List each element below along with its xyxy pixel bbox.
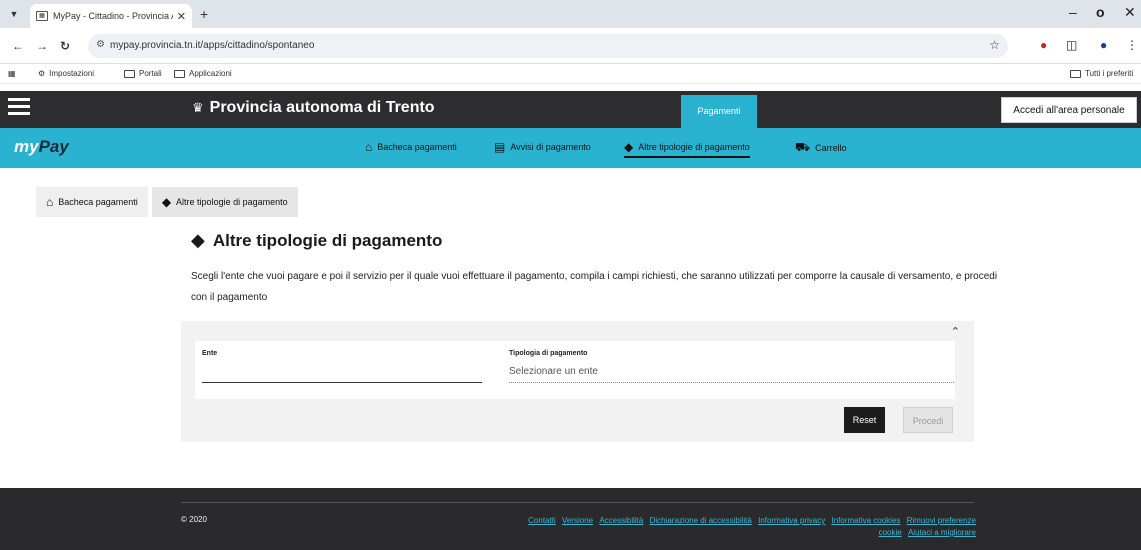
breadcrumb: ⌂ Bacheca pagamenti ◆ Altre tipologie di…: [36, 187, 298, 217]
ente-field[interactable]: [202, 363, 482, 383]
apps-grid-icon[interactable]: ▦: [8, 69, 16, 78]
close-tab-icon[interactable]: ✕: [177, 10, 186, 23]
reload-icon[interactable]: ↻: [60, 39, 70, 53]
site-header: ♛ Provincia autonoma di Trento Pagamenti…: [0, 91, 1141, 128]
main-navigation: myPay ⌂ Bacheca pagamenti ▤ Avvisi di pa…: [0, 128, 1141, 168]
tab-list-icon[interactable]: ▼: [6, 6, 22, 22]
reset-button[interactable]: Reset: [844, 407, 885, 433]
address-bar-row: ← → ↻ ⚙ mypay.provincia.tn.it/apps/citta…: [0, 28, 1141, 64]
footer-link-contatti[interactable]: Contatti: [528, 516, 556, 525]
bookmark-settings[interactable]: ⚙ Impostazioni: [38, 69, 94, 78]
bookmark-star-icon[interactable]: ☆: [989, 38, 1000, 52]
tipologia-select[interactable]: Selezionare un ente: [509, 363, 954, 383]
maximize-icon[interactable]: o: [1096, 4, 1105, 20]
breadcrumb-altre-tipologie[interactable]: ◆ Altre tipologie di pagamento: [151, 187, 298, 217]
copyright: © 2020: [181, 515, 207, 524]
folder-icon: [124, 69, 135, 78]
browser-tab-title: MyPay - Cittadino - Provincia A: [53, 11, 173, 21]
page-title: ◆ Altre tipologie di pagamento: [191, 230, 443, 250]
nav-carrello[interactable]: ⛟ Carrello: [795, 140, 847, 156]
extension-icon[interactable]: ●: [1040, 38, 1047, 52]
ente-label: Ente: [202, 350, 218, 357]
home-icon: ⌂: [365, 140, 373, 154]
payment-form-panel: ⌃ Ente Tipologia di pagamento Selezionar…: [181, 321, 974, 442]
cart-icon: ⛟: [795, 140, 811, 154]
footer-link-aiutaci[interactable]: Aiutaci a migliorare: [908, 528, 976, 537]
back-icon[interactable]: ←: [12, 39, 24, 53]
nav-altre-tipologie[interactable]: ◆ Altre tipologie di pagamento: [624, 140, 750, 158]
nav-avvisi-pagamento[interactable]: ▤ Avvisi di pagamento: [494, 140, 591, 154]
site-favicon-icon: ▦: [36, 11, 48, 21]
footer-link-dichiarazione[interactable]: Dichiarazione di accessibilità: [650, 516, 752, 525]
browser-tab[interactable]: ▦ MyPay - Cittadino - Provincia A ✕: [30, 4, 192, 28]
hamburger-menu-icon[interactable]: [8, 98, 30, 118]
footer-link-cookie[interactable]: cookie: [879, 528, 902, 537]
intro-text: Scegli l'ente che vuoi pagare e poi il s…: [191, 271, 998, 303]
footer-link-accessibilita[interactable]: Accessibilità: [599, 516, 643, 525]
form-fields: Ente Tipologia di pagamento Selezionare …: [195, 341, 955, 399]
nav-bacheca-pagamenti[interactable]: ⌂ Bacheca pagamenti: [365, 140, 457, 154]
province-title[interactable]: ♛ Provincia autonoma di Trento: [192, 99, 435, 117]
home-icon: ⌂: [46, 195, 54, 209]
tags-icon: ◆: [191, 230, 205, 250]
tab-pagamenti[interactable]: Pagamenti: [681, 95, 757, 128]
site-info-icon[interactable]: ⚙: [96, 39, 105, 50]
login-button[interactable]: Accedi all'area personale: [1001, 97, 1137, 123]
procedi-button[interactable]: Procedi: [903, 407, 953, 433]
extensions-puzzle-icon[interactable]: ◫: [1066, 38, 1077, 52]
footer-links: Contatti Versione Accessibilità Dichiara…: [430, 515, 976, 539]
folder-icon: [174, 69, 185, 78]
tags-icon: ◆: [624, 140, 634, 154]
footer-link-versione[interactable]: Versione: [562, 516, 593, 525]
footer-link-cookies[interactable]: Informativa cookies: [831, 516, 900, 525]
document-icon: ▤: [494, 140, 506, 154]
url-bar[interactable]: ⚙ mypay.provincia.tn.it/apps/cittadino/s…: [88, 34, 1008, 58]
browser-tab-bar: ▼ ▦ MyPay - Cittadino - Provincia A ✕ + …: [0, 0, 1141, 28]
folder-icon: [1070, 69, 1081, 78]
province-crest-icon: ♛: [192, 100, 204, 115]
tags-icon: ◆: [161, 195, 172, 209]
forward-icon[interactable]: →: [36, 39, 48, 53]
profile-icon[interactable]: ●: [1100, 38, 1107, 52]
all-bookmarks[interactable]: Tutti i preferiti: [1070, 69, 1133, 78]
tipologia-label: Tipologia di pagamento: [509, 350, 588, 357]
breadcrumb-bacheca[interactable]: ⌂ Bacheca pagamenti: [36, 187, 148, 217]
bookmarks-bar: ▦ ⚙ Impostazioni Portali Applicazioni Tu…: [0, 64, 1141, 84]
mypay-logo[interactable]: myPay: [14, 137, 69, 157]
close-window-icon[interactable]: ✕: [1124, 4, 1136, 21]
browser-menu-icon[interactable]: ⋮: [1126, 38, 1138, 52]
footer-link-privacy[interactable]: Informativa privacy: [758, 516, 825, 525]
minimize-icon[interactable]: –: [1069, 4, 1077, 20]
url-text[interactable]: mypay.provincia.tn.it/apps/cittadino/spo…: [110, 40, 314, 51]
bookmark-applicazioni[interactable]: Applicazioni: [174, 69, 232, 78]
chevron-up-icon[interactable]: ⌃: [951, 325, 960, 338]
site-footer: © 2020 Contatti Versione Accessibilità D…: [0, 488, 1141, 550]
bookmark-portali[interactable]: Portali: [124, 69, 162, 78]
footer-divider: [181, 502, 974, 503]
gear-icon: ⚙: [38, 69, 46, 78]
footer-link-rimuovi-preferenze[interactable]: Rimuovi preferenze: [907, 516, 976, 525]
new-tab-icon[interactable]: +: [200, 6, 208, 22]
